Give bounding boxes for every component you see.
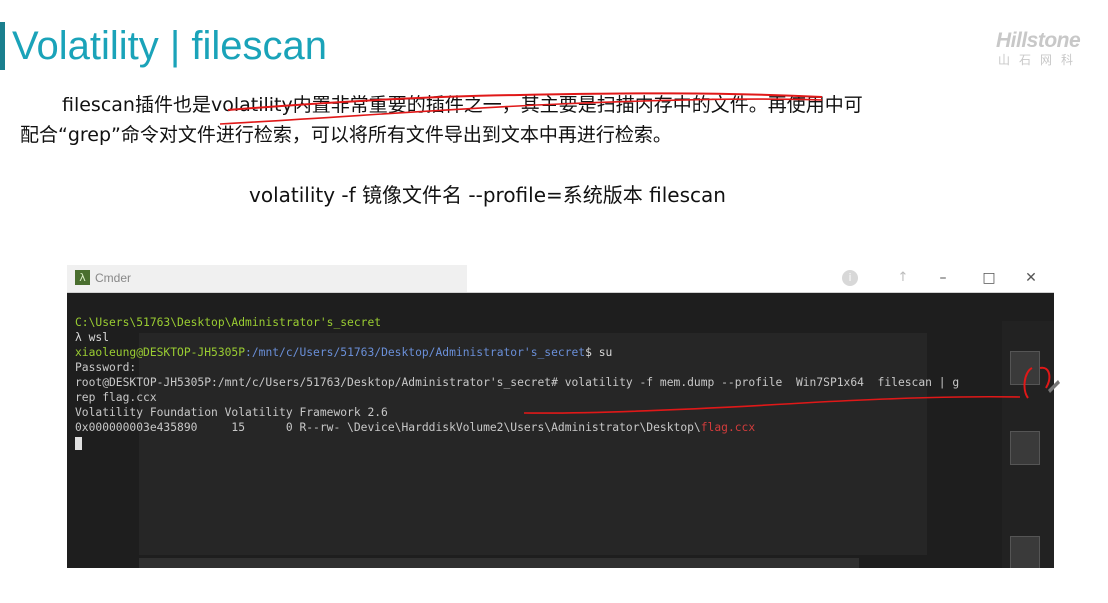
description-paragraph: filescan插件也是volatility内置非常重要的插件之一，其主要是扫描… (20, 90, 980, 150)
window-titlebar[interactable]: λ Cmder i ↑ – □ ✕ (67, 265, 1054, 293)
minimize-button[interactable]: – (927, 265, 959, 292)
lambda-icon: λ (75, 270, 90, 285)
maximize-button[interactable]: □ (973, 265, 1005, 292)
desktop-file-icon (1010, 431, 1040, 465)
terminal-prompt-cmd: $ su (585, 346, 613, 359)
hillstone-logo: Hillstone 山石网科 (996, 30, 1094, 72)
paragraph-line-2: 配合“grep”命令对文件进行检索，可以将所有文件导出到文本中再进行检索。 (20, 124, 672, 146)
window-title: Cmder (95, 271, 132, 285)
desktop-file-icon (1010, 351, 1040, 385)
terminal-line: rep flag.ccx (75, 391, 157, 404)
terminal-line: Password: (75, 361, 137, 374)
logo-wordmark: Hillstone (996, 29, 1081, 52)
terminal-cursor (75, 436, 82, 450)
terminal-prompt-user: xiaoleung@DESKTOP-JH5305P (75, 346, 246, 359)
paragraph-line-1: filescan插件也是volatility内置非常重要的插件之一，其主要是扫描… (62, 94, 863, 116)
desktop-icons-strip (1002, 321, 1054, 568)
terminal-line: C:\Users\51763\Desktop\Administrator's_s… (75, 316, 382, 329)
slide-title: Volatility | filescan (12, 24, 327, 68)
logo-subtitle: 山石网科 (998, 53, 1083, 67)
terminal-output: C:\Users\51763\Desktop\Administrator's_s… (75, 315, 959, 450)
info-icon[interactable]: i (842, 270, 858, 286)
command-syntax: volatility -f 镜像文件名 --profile=系统版本 files… (249, 183, 726, 207)
terminal-line: λ wsl (75, 331, 110, 344)
terminal-line: root@DESKTOP-JH5305P:/mnt/c/Users/51763/… (75, 376, 960, 389)
arrow-icon[interactable]: ↑ (895, 270, 911, 286)
close-button[interactable]: ✕ (1015, 265, 1047, 292)
terminal-flag-file: flag.ccx (700, 421, 756, 434)
terminal-line: 0x000000003e435890 15 0 R--rw- \Device\H… (75, 421, 701, 434)
cmder-window: λ Cmder i ↑ – □ ✕ C:\Users\51763\Desktop… (67, 265, 1054, 568)
background-statusbar (139, 558, 859, 568)
title-accent-bar (0, 22, 5, 70)
terminal-line: Volatility Foundation Volatility Framewo… (75, 406, 388, 419)
desktop-file-icon (1010, 536, 1040, 568)
terminal-prompt-path: :/mnt/c/Users/51763/Desktop/Administrato… (245, 346, 586, 359)
